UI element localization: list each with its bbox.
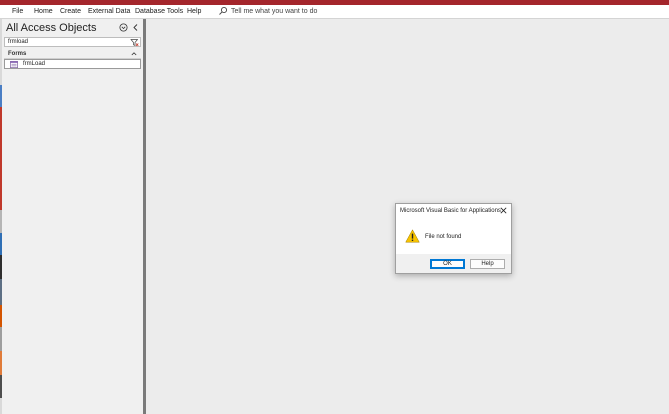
search-icon[interactable] xyxy=(218,6,228,16)
navigation-pane: All Access Objects Forms xyxy=(2,19,143,414)
dialog-button-bar: OK Help xyxy=(396,254,511,273)
nav-item-frmload[interactable]: frmLoad xyxy=(4,59,141,69)
tell-me-box[interactable]: Tell me what you want to do xyxy=(231,6,317,17)
nav-search-input[interactable] xyxy=(8,38,128,47)
nav-item-label: frmLoad xyxy=(23,61,46,67)
access-window: File Home Create External Data Database … xyxy=(0,0,669,414)
collapse-chevron-icon[interactable] xyxy=(131,23,140,32)
nav-pane-title[interactable]: All Access Objects xyxy=(6,21,96,35)
nav-menu-icon[interactable] xyxy=(119,23,128,32)
ribbon-tabs: File Home Create External Data Database … xyxy=(0,5,669,19)
dialog-title: Microsoft Visual Basic for Applications xyxy=(400,208,501,214)
nav-search-box xyxy=(4,37,141,47)
help-button[interactable]: Help xyxy=(470,259,505,269)
warning-icon xyxy=(405,229,420,243)
forms-group-header[interactable]: Forms xyxy=(4,50,141,58)
filter-icon[interactable] xyxy=(130,38,139,47)
group-label: Forms xyxy=(8,51,27,57)
tab-database-tools[interactable]: Database Tools xyxy=(135,6,183,17)
dialog-message: File not found xyxy=(425,234,462,240)
tab-help[interactable]: Help xyxy=(187,6,201,17)
close-icon[interactable] xyxy=(500,207,507,214)
tab-file[interactable]: File xyxy=(12,6,23,17)
tab-create[interactable]: Create xyxy=(60,6,81,17)
tab-home[interactable]: Home xyxy=(34,6,53,17)
ok-button[interactable]: OK xyxy=(430,259,465,269)
form-icon xyxy=(10,61,18,68)
chevron-up-icon[interactable] xyxy=(131,51,137,57)
tab-external-data[interactable]: External Data xyxy=(88,6,130,17)
vba-message-dialog: Microsoft Visual Basic for Applications … xyxy=(395,203,512,274)
